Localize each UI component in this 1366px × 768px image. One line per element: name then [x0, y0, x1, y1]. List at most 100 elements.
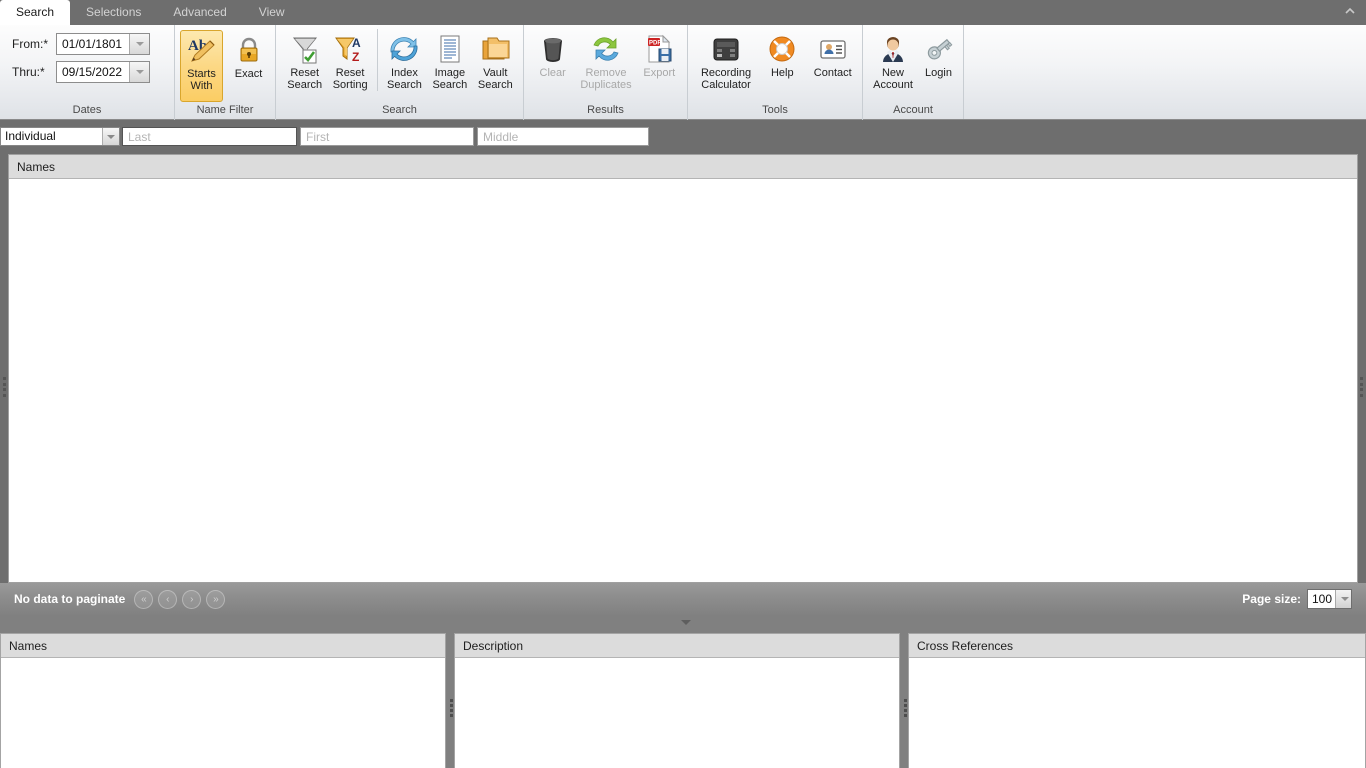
group-title-results: Results — [587, 104, 624, 116]
padlock-icon — [233, 34, 265, 66]
horizontal-splitter[interactable] — [0, 615, 1366, 631]
names-detail-panel[interactable]: Names — [0, 633, 446, 768]
vault-search-label-line1: Vault — [483, 67, 508, 79]
ribbon-group-search: Reset Search A Z Reset Sorting Index Sea… — [275, 25, 523, 120]
date-thru-input[interactable]: 09/15/2022 — [56, 61, 150, 83]
reset-sorting-label-line2: Sorting — [332, 79, 368, 91]
remove-duplicates-button[interactable]: Remove Duplicates — [577, 29, 634, 97]
vault-search-label-line2: Search — [477, 79, 513, 91]
names-panel-header: Names — [1, 634, 445, 658]
svg-text:Z: Z — [352, 50, 359, 64]
pagination-status: No data to paginate — [14, 592, 126, 606]
description-panel-header: Description — [455, 634, 899, 658]
detail-panels-area: Names Description Cross References — [0, 631, 1366, 768]
export-button[interactable]: PDF Export — [637, 29, 682, 97]
vault-search-button[interactable]: Vault Search — [473, 29, 518, 97]
results-grid-column-names[interactable]: Names — [9, 160, 55, 174]
reset-sorting-label-line1: Reset — [335, 67, 365, 79]
image-search-button[interactable]: Image Search — [427, 29, 472, 97]
date-thru-dropdown-icon[interactable] — [129, 62, 149, 82]
first-page-button[interactable]: « — [134, 589, 154, 609]
last-name-input[interactable] — [122, 127, 297, 146]
login-label: Login — [925, 67, 952, 79]
contact-button[interactable]: Contact — [809, 29, 857, 97]
ab-pencil-icon: Ab — [186, 34, 218, 66]
svg-text:PDF: PDF — [649, 41, 661, 47]
svg-text:A: A — [352, 36, 361, 50]
next-page-button[interactable]: › — [182, 589, 202, 609]
calculator-icon — [710, 33, 742, 65]
collapse-down-arrow-icon[interactable] — [681, 620, 691, 625]
page-size-control: Page size: 100 — [1242, 589, 1352, 609]
last-page-button[interactable]: » — [206, 589, 226, 609]
contact-card-icon — [817, 33, 849, 65]
pdf-save-icon: PDF — [643, 33, 675, 65]
cross-references-detail-panel[interactable]: Cross References — [908, 633, 1366, 768]
recording-calculator-button[interactable]: Recording Calculator — [696, 29, 756, 97]
middle-name-input[interactable] — [477, 127, 649, 146]
ribbon-group-tools: Recording Calculator Help Contact Tools — [687, 25, 862, 120]
names-panel-body[interactable] — [1, 658, 445, 768]
key-icon — [923, 33, 955, 65]
tab-advanced[interactable]: Advanced — [157, 0, 242, 25]
tab-search[interactable]: Search — [0, 0, 71, 25]
prev-page-button[interactable]: ‹ — [158, 589, 178, 609]
ribbon-group-dates: From:* 01/01/1801 Thru:* 09/15/2022 Date… — [0, 25, 174, 120]
login-button[interactable]: Login — [919, 29, 958, 97]
description-detail-panel[interactable]: Description — [454, 633, 900, 768]
page-size-label: Page size: — [1242, 592, 1301, 606]
image-search-label-line1: Image — [434, 67, 466, 79]
reset-search-label-line2: Search — [287, 79, 323, 91]
contact-label: Contact — [813, 67, 852, 79]
date-from-input[interactable]: 01/01/1801 — [56, 33, 150, 55]
exact-button[interactable]: Exact — [227, 30, 270, 102]
date-from-label: From:* — [12, 37, 48, 51]
pagination-buttons: « ‹ › » — [134, 589, 226, 609]
names-panel-title: Names — [9, 638, 48, 653]
help-button[interactable]: Help — [758, 29, 806, 97]
ribbon-toolbar: From:* 01/01/1801 Thru:* 09/15/2022 Date… — [0, 25, 1366, 120]
ribbon-empty-area — [963, 25, 1366, 119]
results-grid-body[interactable] — [9, 179, 1357, 582]
image-search-label-line2: Search — [432, 79, 468, 91]
date-thru-row: Thru:* 09/15/2022 — [12, 61, 166, 83]
search-type-select[interactable]: Individual — [0, 127, 120, 146]
recycle-icon — [590, 33, 622, 65]
description-panel-body[interactable] — [455, 658, 899, 768]
funnel-az-icon: A Z — [334, 33, 366, 65]
left-splitter-handle[interactable] — [1, 375, 7, 399]
new-account-button[interactable]: New Account — [869, 29, 917, 97]
trash-icon — [537, 33, 569, 65]
reset-search-button[interactable]: Reset Search — [282, 29, 327, 97]
starts-with-button[interactable]: Ab Starts With — [180, 30, 223, 102]
exact-label: Exact — [234, 68, 263, 80]
tab-view[interactable]: View — [243, 0, 301, 25]
reset-sorting-button[interactable]: A Z Reset Sorting — [327, 29, 372, 97]
starts-with-label-line1: Starts — [187, 68, 216, 80]
refresh-arrows-icon — [388, 33, 420, 65]
index-search-button[interactable]: Index Search — [382, 29, 427, 97]
ribbon-collapse-chevron-icon[interactable] — [1342, 4, 1358, 20]
page-size-select[interactable]: 100 — [1307, 589, 1352, 609]
page-size-chevron-down-icon[interactable] — [1335, 590, 1351, 608]
date-thru-label: Thru:* — [12, 65, 45, 79]
date-from-row: From:* 01/01/1801 — [12, 33, 166, 55]
ribbon-tab-strip: Search Selections Advanced View — [0, 0, 1366, 25]
cross-references-panel-title: Cross References — [917, 638, 1014, 653]
search-type-value: Individual — [5, 129, 56, 143]
folders-icon — [479, 33, 511, 65]
results-grid[interactable]: Names — [8, 154, 1358, 583]
ribbon-group-account: New Account Login Account — [862, 25, 963, 120]
right-splitter-handle[interactable] — [1358, 375, 1364, 399]
pagination-bar: No data to paginate « ‹ › » Page size: 1… — [0, 583, 1366, 615]
document-icon — [434, 33, 466, 65]
help-label: Help — [770, 67, 794, 79]
date-from-dropdown-icon[interactable] — [129, 34, 149, 54]
group-title-tools: Tools — [762, 104, 788, 116]
chevron-down-icon[interactable] — [102, 128, 119, 145]
cross-references-panel-body[interactable] — [909, 658, 1365, 768]
tab-selections[interactable]: Selections — [70, 0, 157, 25]
clear-button[interactable]: Clear — [530, 29, 575, 97]
results-grid-header: Names — [9, 155, 1357, 179]
first-name-input[interactable] — [300, 127, 474, 146]
